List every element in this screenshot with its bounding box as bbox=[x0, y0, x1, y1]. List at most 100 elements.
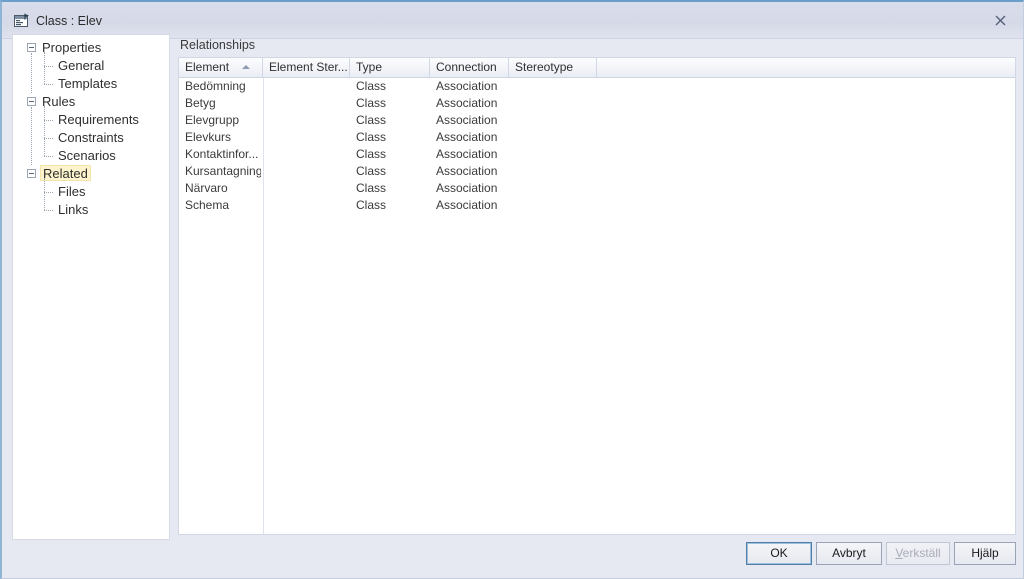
tree-connector-line bbox=[44, 178, 46, 210]
table-row[interactable]: Kontaktinfor... Class Association bbox=[179, 146, 1015, 163]
tree-connector-line bbox=[44, 210, 53, 212]
navigation-tree-panel[interactable]: Properties General Templates Rules Requireme… bbox=[12, 34, 170, 540]
grid-body: Bedömning Class Association Betyg Class Assoc… bbox=[179, 78, 1015, 534]
column-header-type[interactable]: Type bbox=[350, 58, 430, 77]
apply-button: Verkställ bbox=[886, 542, 950, 565]
table-row[interactable]: Schema Class Association bbox=[179, 197, 1015, 214]
cell-element-stereotype bbox=[269, 163, 348, 180]
cell-type: Class bbox=[356, 113, 387, 127]
tree-expander-collapse-icon[interactable] bbox=[27, 169, 36, 178]
cell-connection: Association bbox=[436, 79, 498, 93]
close-button[interactable] bbox=[977, 2, 1023, 38]
tree-connector-line bbox=[31, 107, 33, 165]
tree-item-general[interactable]: General bbox=[13, 57, 169, 75]
cell-element: Schema bbox=[185, 198, 230, 212]
cell-element: Närvaro bbox=[185, 181, 228, 195]
tree-item-requirements[interactable]: Requirements bbox=[13, 111, 169, 129]
cell-element-stereotype bbox=[269, 146, 348, 163]
table-row[interactable]: Betyg Class Association bbox=[179, 95, 1015, 112]
column-header-label: Element bbox=[185, 60, 230, 74]
cell-type: Class bbox=[356, 181, 387, 195]
cell-type: Class bbox=[356, 164, 387, 178]
column-header-stereotype[interactable]: Stereotype bbox=[509, 58, 597, 77]
tree-expander-collapse-icon[interactable] bbox=[27, 97, 36, 106]
tree-connector-line bbox=[44, 52, 46, 84]
tree-expander-collapse-icon[interactable] bbox=[27, 43, 36, 52]
tree-item-templates[interactable]: Templates bbox=[13, 75, 169, 93]
cell-connection: Association bbox=[436, 147, 498, 161]
tree-item-label: Files bbox=[58, 184, 86, 199]
cell-element: Bedömning bbox=[185, 79, 246, 93]
cell-stereotype bbox=[515, 197, 595, 214]
tree-item-label: Properties bbox=[42, 40, 102, 55]
cell-stereotype bbox=[515, 95, 595, 112]
sort-ascending-icon bbox=[242, 65, 250, 69]
ok-button[interactable]: OK bbox=[746, 542, 812, 565]
dialog-button-bar: OK Avbryt Verkställ Hjälp bbox=[2, 534, 1023, 578]
cell-element-stereotype bbox=[269, 197, 348, 214]
cell-type: Class bbox=[356, 79, 387, 93]
cell-element: Elevkurs bbox=[185, 130, 232, 144]
cell-connection: Association bbox=[436, 164, 498, 178]
cell-stereotype bbox=[515, 163, 595, 180]
tree-item-properties[interactable]: Properties bbox=[13, 39, 169, 57]
tree-item-label: Rules bbox=[42, 94, 76, 109]
cell-stereotype bbox=[515, 78, 595, 95]
tree-item-scenarios[interactable]: Scenarios bbox=[13, 147, 169, 165]
cell-type: Class bbox=[356, 147, 387, 161]
window-title: Class : Elev bbox=[36, 14, 102, 28]
table-row[interactable]: Kursantagning Class Association bbox=[179, 163, 1015, 180]
column-header-element-stereotype[interactable]: Element Ster... bbox=[263, 58, 350, 77]
navigation-tree: Properties General Templates Rules Requireme… bbox=[13, 35, 169, 219]
column-header-element[interactable]: Element bbox=[179, 58, 263, 77]
tree-item-rules[interactable]: Rules bbox=[13, 93, 169, 111]
cell-connection: Association bbox=[436, 113, 498, 127]
table-row[interactable]: Elevgrupp Class Association bbox=[179, 112, 1015, 129]
cell-stereotype bbox=[515, 112, 595, 129]
tree-item-label: Templates bbox=[58, 76, 118, 91]
help-button[interactable]: Hjälp bbox=[954, 542, 1016, 565]
cell-element-stereotype bbox=[269, 95, 348, 112]
tree-item-constraints[interactable]: Constraints bbox=[13, 129, 169, 147]
column-header-label: Stereotype bbox=[515, 60, 574, 74]
cell-element-stereotype bbox=[269, 78, 348, 95]
grid-header-row: Element Element Ster... Type Connection Ster… bbox=[179, 58, 1015, 78]
tree-connector-line bbox=[44, 84, 53, 86]
column-header-label: Connection bbox=[436, 60, 497, 74]
cell-connection: Association bbox=[436, 198, 498, 212]
tree-connector-line bbox=[44, 156, 53, 158]
tree-item-related[interactable]: Related bbox=[13, 165, 169, 183]
column-header-connection[interactable]: Connection bbox=[430, 58, 509, 77]
table-row[interactable]: Bedömning Class Association bbox=[179, 78, 1015, 95]
table-row[interactable]: Närvaro Class Association bbox=[179, 180, 1015, 197]
class-dialog-icon bbox=[14, 13, 30, 29]
cell-stereotype bbox=[515, 129, 595, 146]
cell-element-stereotype bbox=[269, 112, 348, 129]
tree-connector-line bbox=[31, 53, 33, 93]
tree-item-label: Requirements bbox=[58, 112, 139, 127]
cell-connection: Association bbox=[436, 181, 498, 195]
tree-item-label: Links bbox=[58, 202, 89, 217]
tree-item-links[interactable]: Links bbox=[13, 201, 169, 219]
cell-stereotype bbox=[515, 180, 595, 197]
cell-type: Class bbox=[356, 96, 387, 110]
cell-connection: Association bbox=[436, 130, 498, 144]
tree-item-label: Related bbox=[40, 165, 91, 181]
section-title: Relationships bbox=[180, 38, 256, 52]
apply-rest: erkställ bbox=[902, 546, 941, 560]
cell-stereotype bbox=[515, 146, 595, 163]
table-row[interactable]: Elevkurs Class Association bbox=[179, 129, 1015, 146]
column-header-label: Type bbox=[356, 60, 383, 74]
close-icon bbox=[995, 15, 1005, 25]
cell-type: Class bbox=[356, 198, 387, 212]
relationships-grid[interactable]: Element Element Ster... Type Connection Ster… bbox=[178, 57, 1016, 535]
cell-type: Class bbox=[356, 130, 387, 144]
cell-element-stereotype bbox=[269, 180, 348, 197]
tree-connector-line bbox=[44, 106, 46, 156]
tree-item-files[interactable]: Files bbox=[13, 183, 169, 201]
tree-item-label: Scenarios bbox=[58, 148, 116, 163]
column-header-label: Element Ster... bbox=[269, 60, 348, 74]
cell-element-stereotype bbox=[269, 129, 348, 146]
cell-element: Kursantagning bbox=[185, 164, 261, 178]
cancel-button[interactable]: Avbryt bbox=[816, 542, 882, 565]
